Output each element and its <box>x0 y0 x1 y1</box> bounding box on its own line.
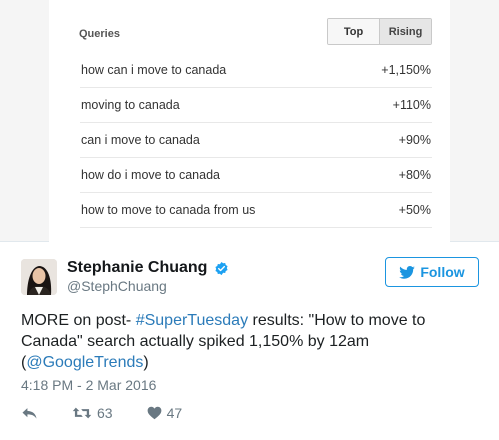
query-change: +90% <box>398 133 431 147</box>
trends-panel-background: Queries Top Rising how can i move to can… <box>0 0 499 242</box>
like-button[interactable]: 47 <box>147 405 183 421</box>
query-change: +80% <box>398 168 431 182</box>
verified-icon <box>215 261 228 276</box>
reply-button[interactable] <box>21 406 38 420</box>
query-text: moving to canada <box>81 98 180 112</box>
query-row[interactable]: can i move to canada +90% <box>80 123 432 158</box>
query-change: +50% <box>398 203 431 217</box>
query-change: +1,150% <box>381 63 431 77</box>
twitter-bird-icon <box>399 265 416 279</box>
author-handle[interactable]: @StephChuang <box>67 278 167 294</box>
top-rising-toggle: Top Rising <box>327 18 432 45</box>
tweet-actions: 63 47 <box>21 405 216 421</box>
retweet-count: 63 <box>97 405 113 421</box>
query-text: can i move to canada <box>81 133 200 147</box>
hashtag-link[interactable]: #SuperTuesday <box>136 312 248 329</box>
toggle-rising-button[interactable]: Rising <box>380 19 431 44</box>
retweet-button[interactable]: 63 <box>72 405 113 421</box>
queries-list: how can i move to canada +1,150% moving … <box>80 53 432 228</box>
mention-link[interactable]: @GoogleTrends <box>26 354 143 371</box>
like-count: 47 <box>166 405 183 421</box>
toggle-top-button[interactable]: Top <box>328 19 380 44</box>
follow-button[interactable]: Follow <box>385 257 479 287</box>
heart-icon <box>147 406 161 420</box>
avatar-image <box>21 259 57 295</box>
reply-icon <box>22 408 37 419</box>
tweet-text-part: MORE on post- <box>21 312 136 329</box>
tweet-text: MORE on post- #SuperTuesday results: "Ho… <box>21 310 481 373</box>
query-text: how can i move to canada <box>81 63 227 77</box>
follow-label: Follow <box>420 264 465 280</box>
query-change: +110% <box>392 98 431 112</box>
avatar[interactable] <box>21 259 57 295</box>
query-text: how do i move to canada <box>81 168 220 182</box>
query-row[interactable]: how can i move to canada +1,150% <box>80 53 432 88</box>
retweet-icon <box>72 407 92 419</box>
query-row[interactable]: moving to canada +110% <box>80 88 432 123</box>
query-row[interactable]: how do i move to canada +80% <box>80 158 432 193</box>
queries-header: Queries <box>79 28 120 40</box>
author-name[interactable]: Stephanie Chuang <box>67 259 207 277</box>
query-row[interactable]: how to move to canada from us +50% <box>80 193 432 228</box>
tweet-text-part: ) <box>143 354 149 371</box>
tweet-timestamp[interactable]: 4:18 PM - 2 Mar 2016 <box>21 377 156 393</box>
query-text: how to move to canada from us <box>81 203 256 217</box>
trends-queries-card: Queries Top Rising how can i move to can… <box>49 0 450 242</box>
